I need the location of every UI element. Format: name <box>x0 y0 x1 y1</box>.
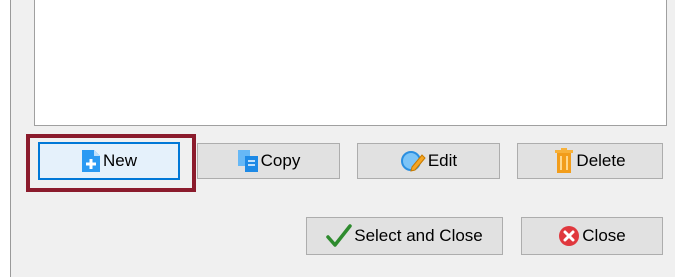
edit-icon <box>400 149 426 173</box>
copy-icon <box>237 149 259 173</box>
select-and-close-label: Select and Close <box>354 226 483 245</box>
new-button[interactable]: New <box>38 142 180 180</box>
trash-icon <box>554 148 574 174</box>
copy-button-label: Copy <box>260 151 301 170</box>
close-button-label: Close <box>582 226 626 245</box>
delete-button[interactable]: Delete <box>517 143 663 179</box>
document-add-icon <box>81 149 101 173</box>
item-list[interactable] <box>34 0 667 126</box>
delete-button-label: Delete <box>576 151 626 170</box>
new-button-label: New <box>102 151 137 170</box>
close-button[interactable]: Close <box>521 217 663 255</box>
select-and-close-button[interactable]: Select and Close <box>306 217 503 255</box>
copy-button[interactable]: Copy <box>197 143 340 179</box>
checkmark-icon <box>326 223 352 249</box>
close-circle-icon <box>558 225 580 247</box>
edit-button-label: Edit <box>427 151 458 170</box>
edit-button[interactable]: Edit <box>357 143 500 179</box>
